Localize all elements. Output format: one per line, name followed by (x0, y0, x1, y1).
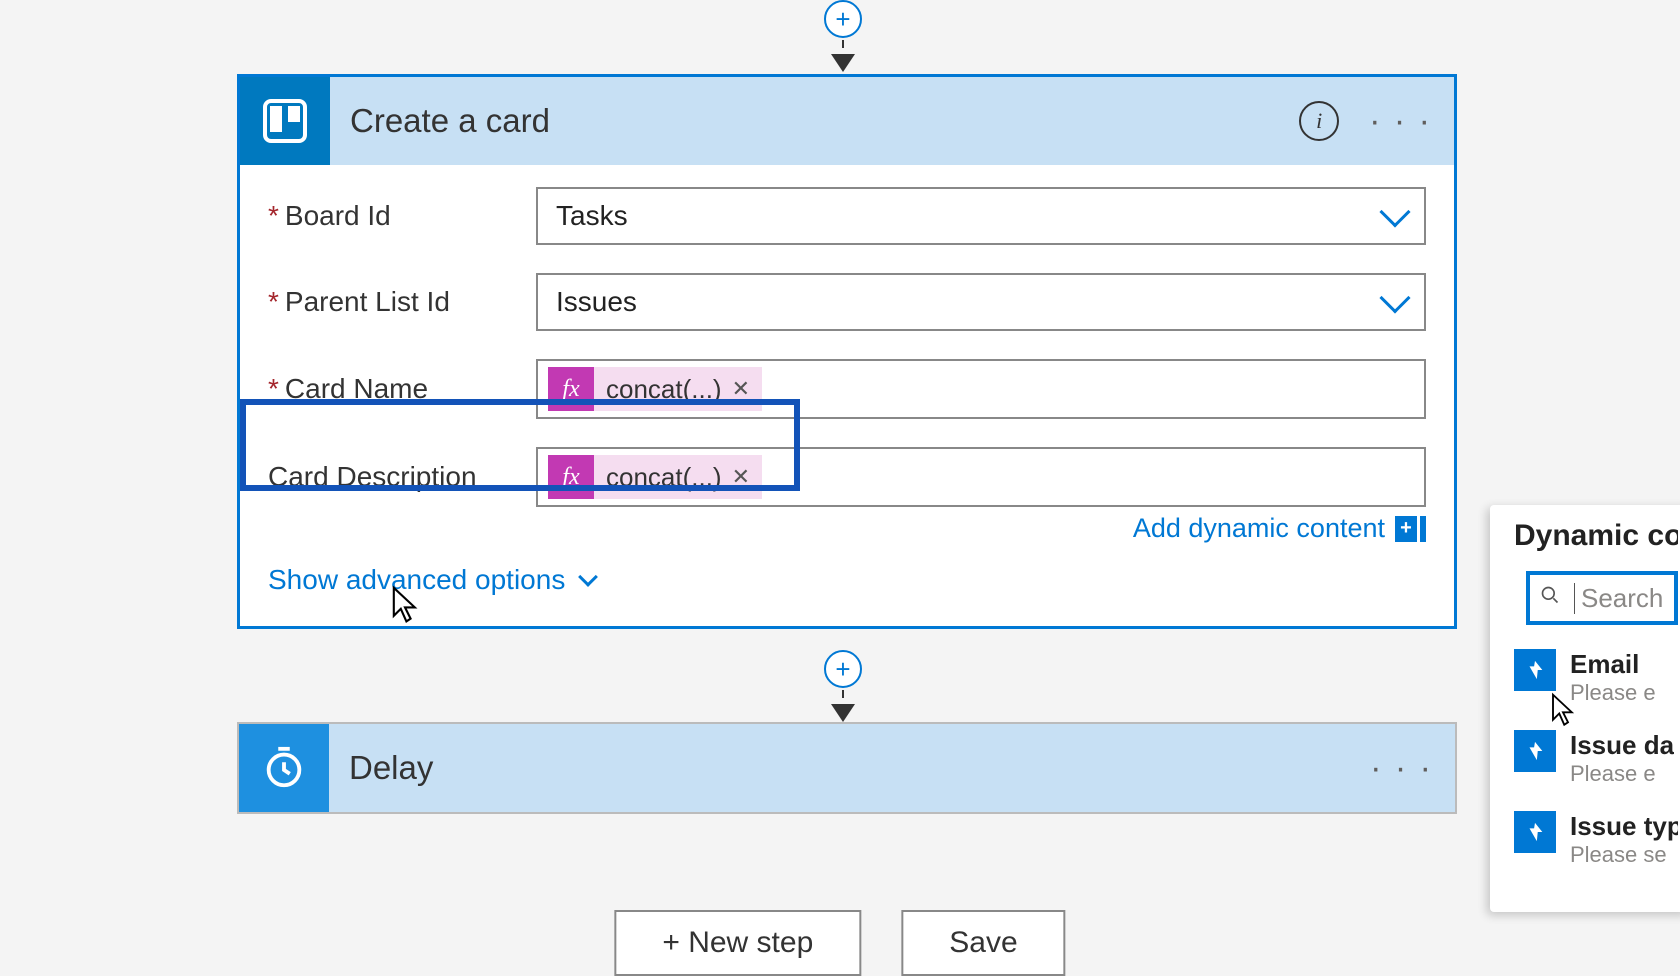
chevron-down-icon (578, 567, 598, 587)
flow-line (842, 40, 844, 48)
add-step-button-mid[interactable]: + (824, 650, 862, 688)
add-dynamic-label: Add dynamic content (1133, 513, 1385, 544)
required-star: * (268, 200, 279, 232)
show-advanced-label: Show advanced options (268, 564, 565, 596)
token-text: concat(...) (606, 374, 722, 405)
card-name-row: * Card Name fx concat(...) ✕ (268, 359, 1426, 419)
dyn-item-name: Email (1570, 649, 1656, 680)
board-id-value: Tasks (556, 200, 628, 232)
action-body: * Board Id Tasks * Parent List Id Issues (240, 165, 1454, 626)
trello-icon (240, 77, 330, 165)
card-description-label: Card Description (268, 461, 536, 493)
add-dynamic-content-link[interactable]: Add dynamic content + (268, 513, 1426, 544)
flow-line (842, 690, 844, 698)
dynamic-content-panel: Dynamic con Search Email Please e Issue … (1490, 505, 1680, 912)
board-id-select[interactable]: Tasks (536, 187, 1426, 245)
show-advanced-options-link[interactable]: Show advanced options (268, 564, 595, 596)
required-star: * (268, 373, 279, 405)
form-icon (1514, 649, 1556, 691)
board-id-row: * Board Id Tasks (268, 187, 1426, 245)
info-icon[interactable]: i (1299, 101, 1339, 141)
dyn-item-desc: Please e (1570, 680, 1656, 706)
chevron-down-icon (1379, 282, 1410, 313)
action-title: Delay (329, 749, 1370, 787)
form-icon (1514, 811, 1556, 853)
dyn-item-desc: Please e (1570, 761, 1674, 787)
more-options-button[interactable]: · · · (1369, 102, 1432, 141)
parent-list-select[interactable]: Issues (536, 273, 1426, 331)
card-name-input[interactable]: fx concat(...) ✕ (536, 359, 1426, 419)
expression-token[interactable]: fx concat(...) ✕ (548, 455, 762, 499)
dyn-item-name: Issue typ (1570, 811, 1678, 842)
search-icon (1540, 585, 1560, 611)
fx-icon: fx (548, 367, 594, 411)
more-options-button[interactable]: · · · (1370, 749, 1433, 788)
chevron-down-icon (1379, 196, 1410, 227)
delay-action[interactable]: Delay · · · (237, 722, 1457, 814)
card-description-input[interactable]: fx concat(...) ✕ (536, 447, 1426, 507)
token-text: concat(...) (606, 462, 722, 493)
dynamic-item-issue-type[interactable]: Issue typ Please se (1514, 811, 1678, 868)
fx-icon: fx (548, 455, 594, 499)
dynamic-content-tab[interactable]: Dynamic con (1514, 519, 1678, 553)
token-remove-icon[interactable]: ✕ (732, 376, 750, 402)
flow-arrow-icon (831, 54, 855, 72)
dynamic-search-input[interactable]: Search (1526, 571, 1678, 625)
expression-token[interactable]: fx concat(...) ✕ (548, 367, 762, 411)
create-card-action: Create a card i · · · * Board Id Tasks *… (237, 74, 1457, 629)
flow-arrow-icon (831, 704, 855, 722)
card-description-row: Card Description fx concat(...) ✕ (268, 447, 1426, 507)
plus-icon: + (835, 4, 850, 35)
new-step-button[interactable]: + New step (614, 910, 861, 976)
add-step-button-top[interactable]: + (824, 0, 862, 38)
save-button[interactable]: Save (901, 910, 1065, 976)
parent-list-label: * Parent List Id (268, 286, 536, 318)
form-icon (1514, 730, 1556, 772)
action-header[interactable]: Delay · · · (239, 724, 1455, 812)
parent-list-row: * Parent List Id Issues (268, 273, 1426, 331)
flow-footer-buttons: + New step Save (614, 910, 1065, 976)
dyn-item-desc: Please se (1570, 842, 1678, 868)
add-dynamic-icon: + (1395, 516, 1426, 542)
timer-icon (239, 724, 329, 812)
dynamic-item-email[interactable]: Email Please e (1514, 649, 1678, 706)
token-remove-icon[interactable]: ✕ (732, 464, 750, 490)
action-header[interactable]: Create a card i · · · (240, 77, 1454, 165)
dyn-item-name: Issue da (1570, 730, 1674, 761)
required-star: * (268, 286, 279, 318)
card-name-label: * Card Name (268, 373, 536, 405)
action-title: Create a card (330, 102, 1299, 140)
parent-list-value: Issues (556, 286, 637, 318)
search-placeholder: Search (1574, 583, 1663, 614)
board-id-label: * Board Id (268, 200, 536, 232)
plus-icon: + (835, 654, 850, 685)
dynamic-item-issue-date[interactable]: Issue da Please e (1514, 730, 1678, 787)
